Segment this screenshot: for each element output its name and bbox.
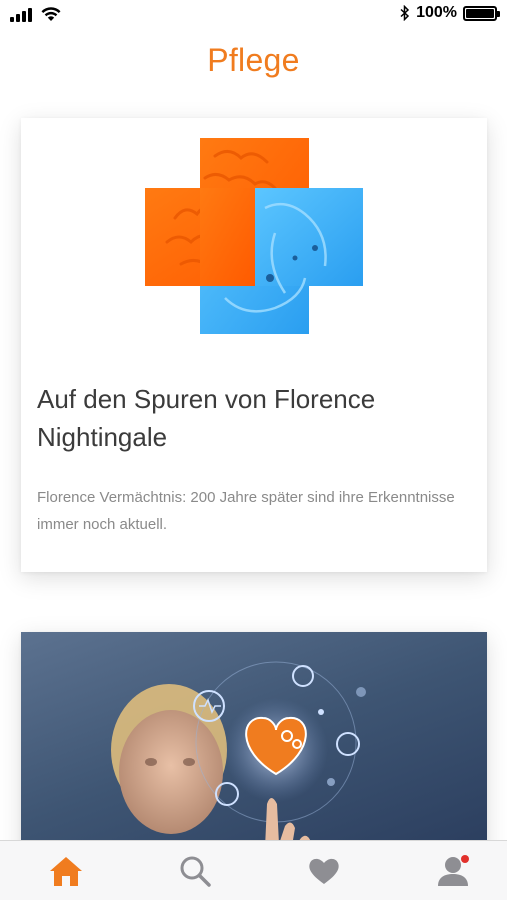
heart-icon (309, 858, 339, 884)
page-title: Pflege (207, 42, 300, 78)
article-teaser: Florence Vermächtnis: 200 Jahre später s… (37, 489, 455, 533)
tab-search[interactable] (173, 849, 217, 893)
bluetooth-icon (400, 5, 410, 21)
tab-favorites[interactable] (302, 849, 346, 893)
home-icon (50, 856, 82, 886)
article-image (145, 138, 363, 334)
tab-bar (0, 840, 507, 900)
battery-icon (463, 5, 500, 21)
battery-percent: 100% (416, 4, 457, 21)
tab-profile[interactable] (431, 849, 475, 893)
article-heading: Auf den Spuren von Florence Nightingale (37, 384, 376, 452)
tab-home[interactable] (44, 849, 88, 893)
wifi-icon (41, 7, 61, 21)
status-bar: 100% (0, 0, 507, 28)
notification-badge (461, 854, 469, 863)
signal-icon (10, 8, 32, 22)
search-icon (180, 856, 211, 887)
article-card[interactable]: Auf den Spuren von Florence Nightingale … (21, 118, 487, 572)
